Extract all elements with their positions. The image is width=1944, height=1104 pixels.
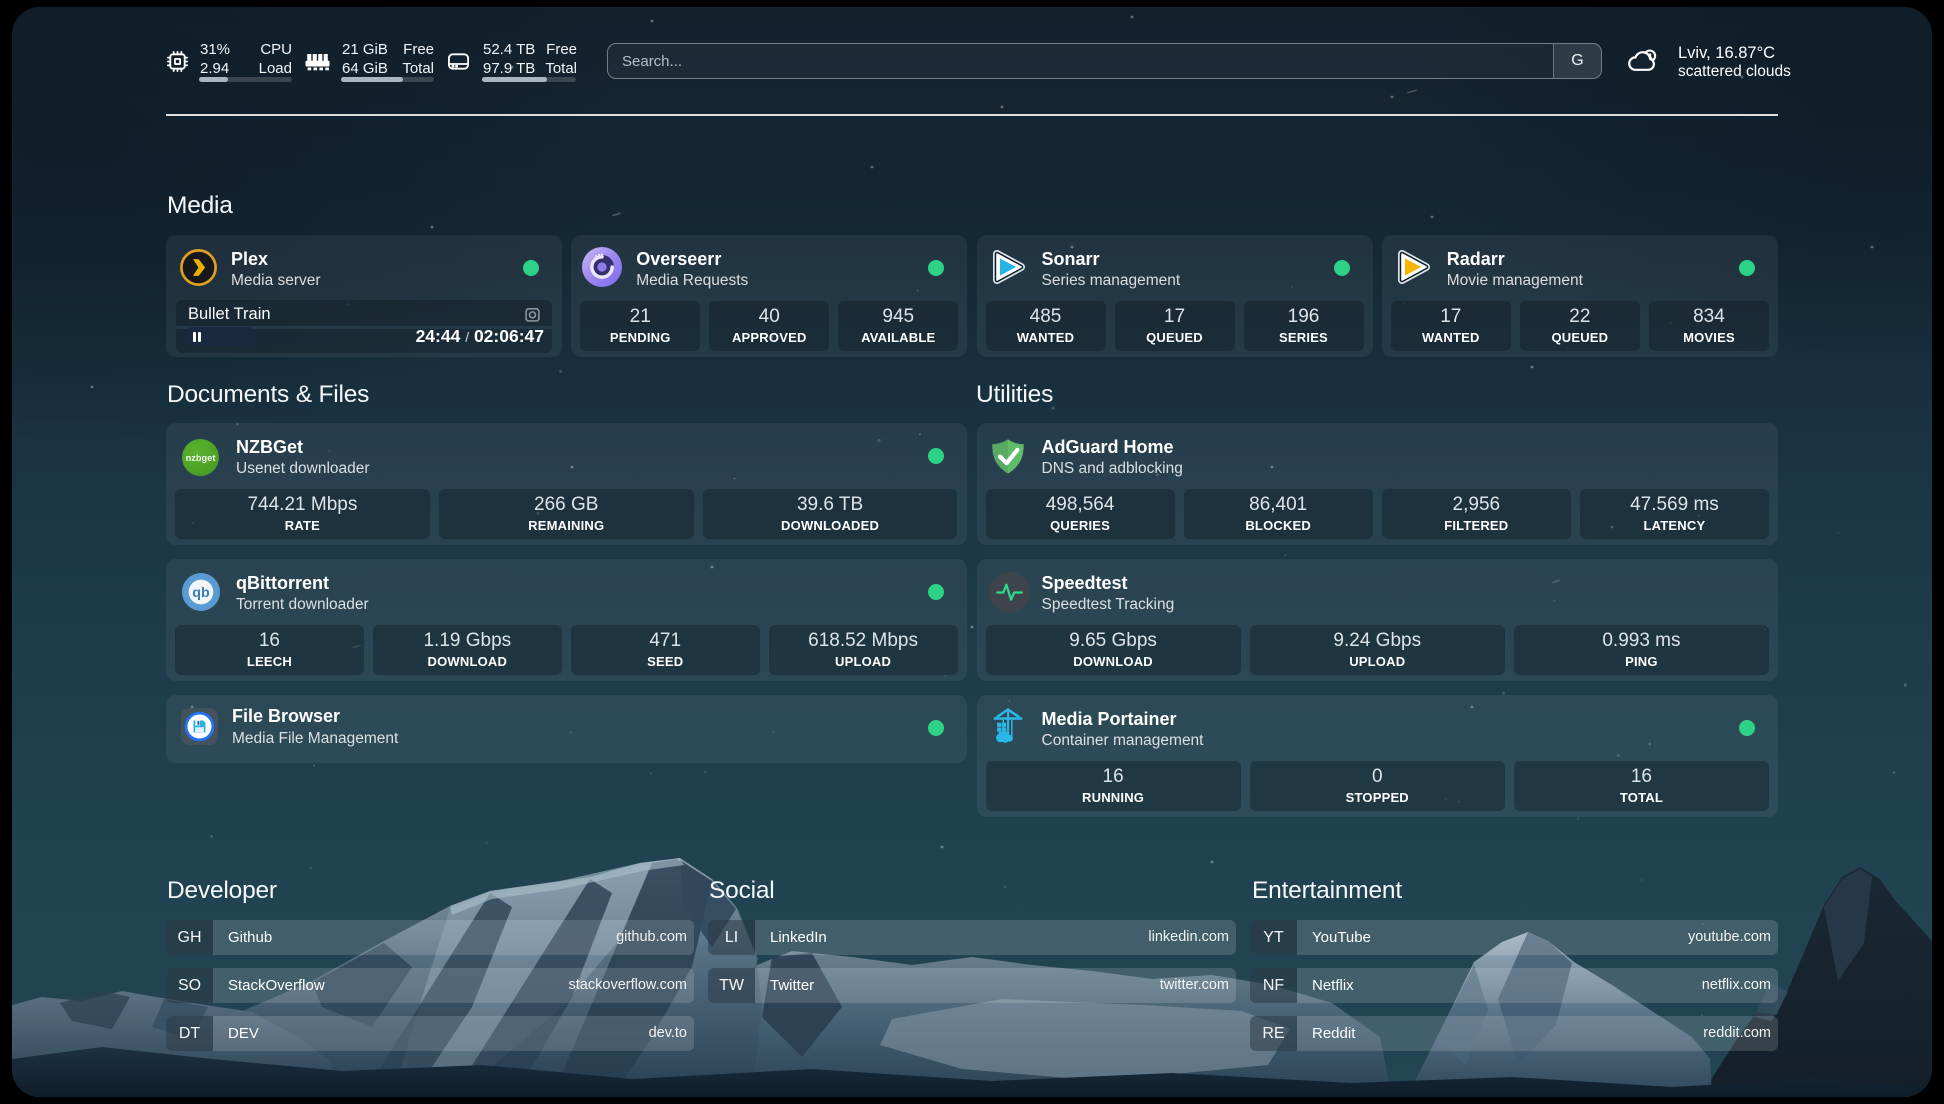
svg-text:nzbget: nzbget [186,453,216,463]
svg-text:qb: qb [192,585,210,601]
